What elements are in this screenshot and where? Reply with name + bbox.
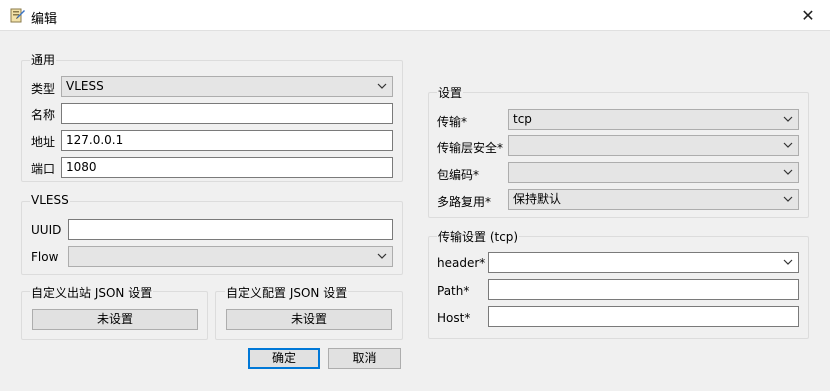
header-select[interactable] [488,252,799,273]
flow-select[interactable] [68,246,393,267]
chevron-down-icon [377,83,387,89]
path-input[interactable] [488,279,799,300]
custom-outbound-button[interactable]: 未设置 [32,309,198,330]
ok-button[interactable]: 确定 [248,348,320,369]
chevron-down-icon [783,116,793,122]
custom-config-button[interactable]: 未设置 [226,309,392,330]
address-label: 地址 [31,135,56,149]
chevron-down-icon [783,259,793,265]
mux-label: 多路复用* [437,195,492,209]
window-title: 编辑 [31,12,58,27]
transport-select[interactable]: tcp [508,109,799,130]
flow-label: Flow [31,250,59,264]
general-legend: 通用 [30,51,57,68]
vless-legend: VLESS [30,193,70,207]
tls-label: 传输层安全* [437,141,504,155]
host-input[interactable] [488,306,799,327]
tls-select[interactable] [508,135,799,156]
packet-encoding-select[interactable] [508,162,799,183]
header-label: header* [437,256,486,270]
transport-label: 传输* [437,115,468,129]
transport-settings-legend: 传输设置 (tcp) [437,228,520,245]
type-select-value: VLESS [66,79,104,93]
title-bar: 编辑 ✕ [0,0,830,31]
close-icon: ✕ [801,6,815,25]
transport-select-value: tcp [513,112,532,126]
mux-select-value: 保持默认 [513,192,562,206]
chevron-down-icon [783,169,793,175]
cancel-button[interactable]: 取消 [328,348,401,369]
port-label: 端口 [31,162,56,176]
close-button[interactable]: ✕ [786,0,830,31]
type-label: 类型 [31,82,56,96]
address-input[interactable]: 127.0.0.1 [61,130,393,151]
settings-legend: 设置 [437,84,464,101]
custom-config-legend: 自定义配置 JSON 设置 [225,284,349,301]
uuid-label: UUID [31,223,62,237]
app-icon [10,8,25,23]
packet-encoding-label: 包编码* [437,168,480,182]
uuid-input[interactable] [68,219,393,240]
name-label: 名称 [31,108,56,122]
mux-select[interactable]: 保持默认 [508,189,799,210]
chevron-down-icon [783,142,793,148]
chevron-down-icon [377,253,387,259]
name-input[interactable] [61,103,393,124]
type-select[interactable]: VLESS [61,76,393,97]
custom-outbound-legend: 自定义出站 JSON 设置 [30,284,154,301]
host-label: Host* [437,311,471,325]
port-input[interactable]: 1080 [61,157,393,178]
chevron-down-icon [783,196,793,202]
path-label: Path* [437,284,470,298]
